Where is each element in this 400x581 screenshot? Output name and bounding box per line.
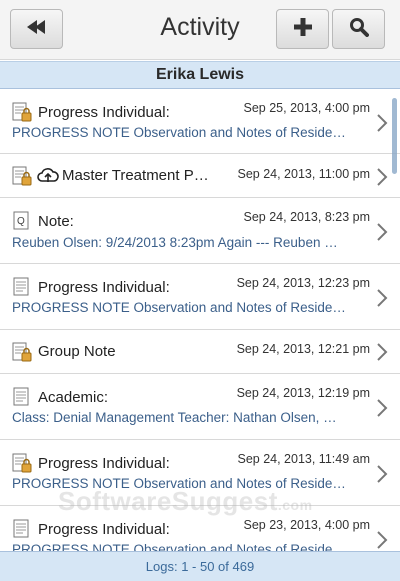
document-icon [12,277,32,297]
item-date: Sep 25, 2013, 4:00 pm [243,101,370,115]
item-date: Sep 24, 2013, 12:23 pm [236,276,370,290]
item-title: Progress Individual: [38,104,170,121]
item-title: Progress Individual: [38,521,170,538]
item-date: Sep 24, 2013, 12:21 pm [236,342,370,356]
chevron-right-icon [376,222,388,242]
cloud-upload-icon [37,166,59,184]
activity-list: Progress Individual: Sep 25, 2013, 4:00 … [0,89,400,551]
list-scrollbar[interactable] [392,98,397,174]
locked-document-icon [12,453,32,473]
list-item[interactable]: Group Note Sep 24, 2013, 12:21 pm [0,330,400,374]
search-button[interactable] [332,9,385,49]
item-subtitle: Class: Denial Management Teacher: Nathan… [12,410,337,425]
locked-document-icon [12,342,32,362]
quick-note-icon: Q [12,211,32,231]
item-title: Master Treatment P… [62,167,209,184]
list-item[interactable]: Master Treatment P… Sep 24, 2013, 11:00 … [0,154,400,198]
chevron-right-icon [376,530,388,550]
item-subtitle: PROGRESS NOTE Observation and Notes of R… [12,542,346,551]
chevron-right-icon [376,113,388,133]
list-item[interactable]: Progress Individual: Sep 25, 2013, 4:00 … [0,89,400,154]
item-date: Sep 24, 2013, 11:00 pm [237,167,370,181]
list-item[interactable]: Progress Individual: Sep 24, 2013, 12:23… [0,264,400,330]
item-title: Progress Individual: [38,455,170,472]
add-button[interactable] [276,9,329,49]
page-title: Activity [160,13,240,41]
plus-icon [293,17,312,41]
back-arrow-icon [26,19,47,40]
list-item[interactable]: Q Note: Sep 24, 2013, 8:23 pm Reuben Ols… [0,198,400,264]
item-title: Group Note [38,343,116,360]
pagination-footer: Logs: 1 - 50 of 469 [0,551,400,581]
chevron-right-icon [376,288,388,308]
svg-text:Q: Q [17,216,25,227]
item-subtitle: Reuben Olsen: 9/24/2013 8:23pm Again ---… [12,235,338,250]
document-icon [12,387,32,407]
chevron-right-icon [376,398,388,418]
item-title: Note: [38,213,74,230]
item-date: Sep 24, 2013, 8:23 pm [243,210,370,224]
back-button[interactable] [10,9,63,49]
locked-document-icon [12,102,32,122]
item-subtitle: PROGRESS NOTE Observation and Notes of R… [12,300,346,315]
chevron-right-icon [376,464,388,484]
patient-name-bar: Erika Lewis [0,61,400,89]
list-item[interactable]: Academic: Sep 24, 2013, 12:19 pm Class: … [0,374,400,440]
item-title: Academic: [38,389,109,406]
item-date: Sep 24, 2013, 12:19 pm [236,386,370,400]
item-date: Sep 24, 2013, 11:49 am [237,452,370,466]
chevron-right-icon [376,342,388,362]
chevron-right-icon [376,167,388,187]
search-icon [349,17,369,42]
item-subtitle: PROGRESS NOTE Observation and Notes of R… [12,125,346,140]
locked-document-icon [12,166,32,186]
app-header: Activity [0,0,400,60]
item-title: Progress Individual: [38,279,170,296]
watermark: SoftwareSuggest.com [58,486,313,516]
item-date: Sep 23, 2013, 4:00 pm [243,518,370,532]
document-icon [12,519,32,539]
